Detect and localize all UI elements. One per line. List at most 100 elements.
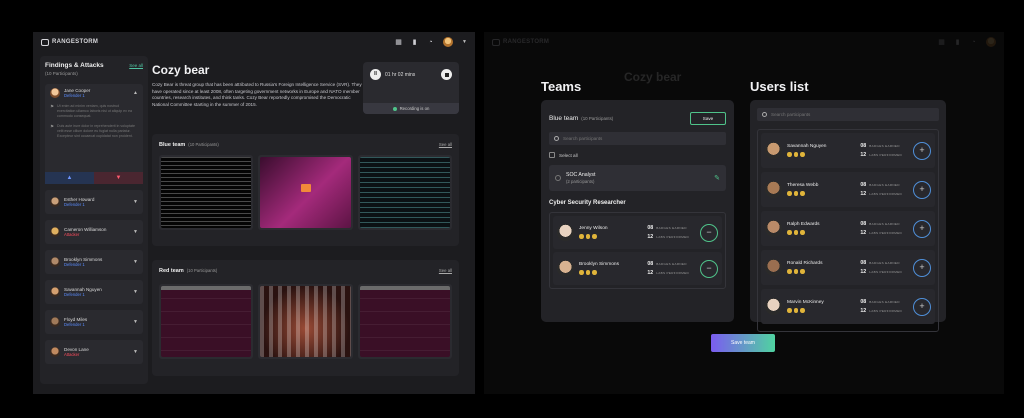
labs-label: LABS PERFORMED xyxy=(656,235,689,239)
badges-count: 08 xyxy=(647,261,654,267)
bar-chart-icon[interactable]: ▮ xyxy=(411,39,418,46)
team-title: Blue team xyxy=(549,115,579,122)
list-item: Savannah Nguyen 08 BADGES EARNED 12 LABS P… xyxy=(761,133,935,168)
flag-icon: ⚑ xyxy=(50,104,55,109)
save-team-button[interactable]: Save team xyxy=(711,334,775,352)
search-box xyxy=(549,132,726,145)
pause-button[interactable]: II xyxy=(370,69,381,80)
users-panel: Savannah Nguyen 08BADGES EARNED 12LABS P… xyxy=(750,100,946,332)
labs-count: 12 xyxy=(860,152,867,158)
screen-thumbnail[interactable] xyxy=(258,284,353,359)
remove-member-button[interactable]: − xyxy=(700,223,718,242)
role-radio[interactable] xyxy=(555,175,561,181)
plus-icon: + xyxy=(919,300,925,311)
logo-text: RANGESTORM xyxy=(52,39,99,45)
chevron-down-icon[interactable]: ▼ xyxy=(133,289,138,295)
screen-thumbnail[interactable] xyxy=(357,155,452,230)
users-list: Savannah Nguyen 08 BADGES EARNED 12 LABS P… xyxy=(757,129,939,332)
finding-card[interactable]: Esther Howard Defender 1 ▼ xyxy=(45,190,143,214)
plus-icon: + xyxy=(919,261,925,272)
add-member-button[interactable]: + xyxy=(913,297,931,316)
finding-card[interactable]: Brooklyn Simmons Defender 1 ▼ xyxy=(45,250,143,274)
select-all-checkbox[interactable] xyxy=(549,152,555,158)
stop-button[interactable] xyxy=(441,69,452,80)
finding-card[interactable]: Cameron Williamson Attacker ▼ xyxy=(45,220,143,244)
add-member-button[interactable]: + xyxy=(913,141,931,160)
labs-label: LABS PERFORMED xyxy=(869,192,902,196)
badge-icon xyxy=(800,269,805,274)
finding-card[interactable]: Savannah Nguyen Defender 1 ▼ xyxy=(45,280,143,304)
recording-status: Recording is on xyxy=(363,103,459,114)
labs-label: LABS PERFORMED xyxy=(869,270,902,274)
role-title: SOC Analyst xyxy=(566,172,596,178)
badges-count: 08 xyxy=(860,221,867,227)
search-input[interactable] xyxy=(563,136,703,141)
timer-text: 01 hr 02 mins xyxy=(385,71,416,78)
badge-icon xyxy=(787,152,792,157)
badge-icon xyxy=(592,234,597,239)
see-all-link[interactable]: See all xyxy=(439,142,452,147)
thumbs-down-icon: ▼ xyxy=(115,175,122,181)
screen-thumbnail[interactable] xyxy=(258,155,353,230)
recording-dot-icon xyxy=(392,106,397,111)
chevron-down-icon[interactable]: ▼ xyxy=(133,259,138,265)
list-item: Theresa Webb 08 BADGES EARNED 12 LABS PERF… xyxy=(761,172,935,207)
thumbs-down-button[interactable]: ▼ xyxy=(94,172,143,184)
member-name: Jenny Wilson xyxy=(579,226,608,232)
screen-thumbnail[interactable] xyxy=(159,155,254,230)
thumbs-up-button[interactable]: ▲ xyxy=(45,172,94,184)
plus-icon: + xyxy=(919,222,925,233)
finding-card[interactable]: Floyd Miles Defender 1 ▼ xyxy=(45,310,143,334)
see-all-link[interactable]: See all xyxy=(439,268,452,273)
thumbnail-image xyxy=(359,286,450,357)
comment-text: Ut enim ad minim veniam, quis nostrud ex… xyxy=(57,104,132,118)
search-input[interactable] xyxy=(771,112,911,117)
list-item: Ronald Richards 08 BADGES EARNED 12 LABS P… xyxy=(761,250,935,285)
edit-icon[interactable]: ✎ xyxy=(714,174,720,182)
member-name: Brooklyn Simmons xyxy=(579,262,619,268)
finding-card[interactable]: Devon Lane Attacker ▼ xyxy=(45,340,143,364)
bell-icon[interactable]: ◔ xyxy=(427,39,434,46)
screen-thumbnail[interactable] xyxy=(357,284,452,359)
search-icon xyxy=(554,136,559,141)
badge-icon xyxy=(787,230,792,235)
add-member-button[interactable]: + xyxy=(913,219,931,238)
chevron-down-icon[interactable]: ▼ xyxy=(133,229,138,235)
labs-label: LABS PERFORMED xyxy=(869,309,902,313)
finding-card-expanded[interactable]: Jane Cooper Defender 1 ▲ ⚑ Ut enim ad mi… xyxy=(45,84,143,184)
chevron-down-icon[interactable]: ▼ xyxy=(133,349,138,355)
badge-icon xyxy=(793,308,798,313)
labs-count: 12 xyxy=(860,230,867,236)
badge-icon xyxy=(787,269,792,274)
add-member-button[interactable]: + xyxy=(913,180,931,199)
badge-icon xyxy=(579,270,584,275)
labs-count: 12 xyxy=(860,191,867,197)
chevron-down-icon[interactable]: ▼ xyxy=(133,199,138,205)
save-button[interactable]: Save xyxy=(690,112,726,125)
chevron-up-icon[interactable]: ▲ xyxy=(133,90,138,96)
badge-icon xyxy=(793,191,798,196)
role-group-soc-analyst[interactable]: SOC Analyst (2 participants) ✎ xyxy=(549,165,726,191)
chevron-down-icon[interactable]: ▼ xyxy=(133,319,138,325)
avatar xyxy=(50,227,60,237)
member-name: Theresa Webb xyxy=(787,183,819,189)
top-bar: RANGESTORM ▦ ▮ ◔ ▼ xyxy=(33,32,475,52)
minus-icon: − xyxy=(706,262,712,273)
person-role: Defender 1 xyxy=(64,93,85,98)
badge-icon xyxy=(787,191,792,196)
sidebar-title: Findings & Attacks xyxy=(45,62,104,69)
remove-member-button[interactable]: − xyxy=(700,259,718,278)
plus-icon: + xyxy=(919,144,925,155)
member-name: Marvin McKinney xyxy=(787,300,824,306)
findings-sidebar: Findings & Attacks See all (10 Participa… xyxy=(40,56,148,384)
screen-thumbnail[interactable] xyxy=(159,284,254,359)
badges-label: BADGES EARNED xyxy=(656,226,687,230)
chevron-down-icon[interactable]: ▼ xyxy=(462,39,467,45)
logo[interactable]: RANGESTORM xyxy=(41,38,99,46)
dashboard-screen: RANGESTORM ▦ ▮ ◔ ▼ Findings & Attacks Se… xyxy=(33,32,475,394)
avatar xyxy=(50,197,60,207)
see-all-link[interactable]: See all xyxy=(129,63,143,68)
add-member-button[interactable]: + xyxy=(913,258,931,277)
grid-icon[interactable]: ▦ xyxy=(395,39,402,46)
avatar[interactable] xyxy=(443,37,454,47)
